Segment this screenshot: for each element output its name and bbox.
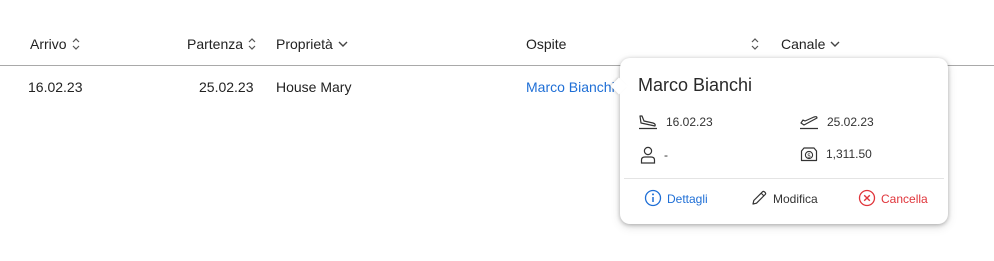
column-header-partenza[interactable]: Partenza — [187, 35, 257, 53]
check-in-info: 16.02.23 — [638, 114, 713, 130]
column-header-ospite-label: Ospite — [526, 36, 567, 52]
cancel-label: Cancella — [881, 192, 928, 206]
chevron-down-icon[interactable] — [829, 39, 841, 49]
cancel-button[interactable]: Cancella — [858, 189, 928, 210]
info-circle-icon — [644, 189, 662, 210]
check-out-info: 25.02.23 — [799, 114, 874, 130]
cell-ospite-link[interactable]: Marco Bianchi — [526, 78, 615, 96]
guests-info: - — [640, 146, 668, 164]
x-circle-icon — [858, 189, 876, 210]
column-header-canale-label: Canale — [781, 36, 826, 52]
cell-partenza: 25.02.23 — [199, 79, 254, 95]
column-header-canale[interactable]: Canale — [781, 35, 841, 53]
column-header-partenza-label: Partenza — [187, 36, 244, 52]
plane-landing-icon — [638, 114, 658, 130]
details-button[interactable]: Dettagli — [644, 189, 708, 210]
check-in-date: 16.02.23 — [666, 115, 713, 129]
popover-divider — [624, 178, 944, 179]
chevron-down-icon[interactable] — [337, 39, 349, 49]
guest-popover: Marco Bianchi 16.02.23 25.02.23 - $ 1,31… — [610, 58, 948, 224]
sort-updown-icon[interactable] — [750, 37, 760, 51]
details-label: Dettagli — [667, 192, 708, 206]
svg-text:$: $ — [807, 152, 811, 159]
cell-arrivo: 16.02.23 — [28, 79, 83, 95]
column-header-proprieta[interactable]: Proprietà — [276, 35, 349, 53]
person-icon — [640, 146, 656, 164]
amount-value: 1,311.50 — [826, 147, 872, 161]
plane-takeoff-icon — [799, 114, 819, 130]
column-header-ospite-sort[interactable] — [750, 35, 760, 53]
check-out-date: 25.02.23 — [827, 115, 874, 129]
column-header-arrivo-label: Arrivo — [30, 36, 67, 52]
sort-updown-icon[interactable] — [71, 37, 81, 51]
money-icon: $ — [800, 146, 818, 162]
pencil-icon — [750, 189, 768, 210]
cell-proprieta: House Mary — [276, 79, 352, 95]
column-header-proprieta-label: Proprietà — [276, 36, 333, 52]
amount-info: $ 1,311.50 — [800, 146, 872, 162]
guests-value: - — [664, 148, 668, 162]
sort-updown-icon[interactable] — [247, 37, 257, 51]
column-header-ospite[interactable]: Ospite — [526, 35, 566, 53]
column-header-arrivo[interactable]: Arrivo — [30, 35, 81, 53]
edit-label: Modifica — [773, 192, 818, 206]
edit-button[interactable]: Modifica — [750, 190, 818, 208]
popover-title: Marco Bianchi — [638, 75, 753, 95]
